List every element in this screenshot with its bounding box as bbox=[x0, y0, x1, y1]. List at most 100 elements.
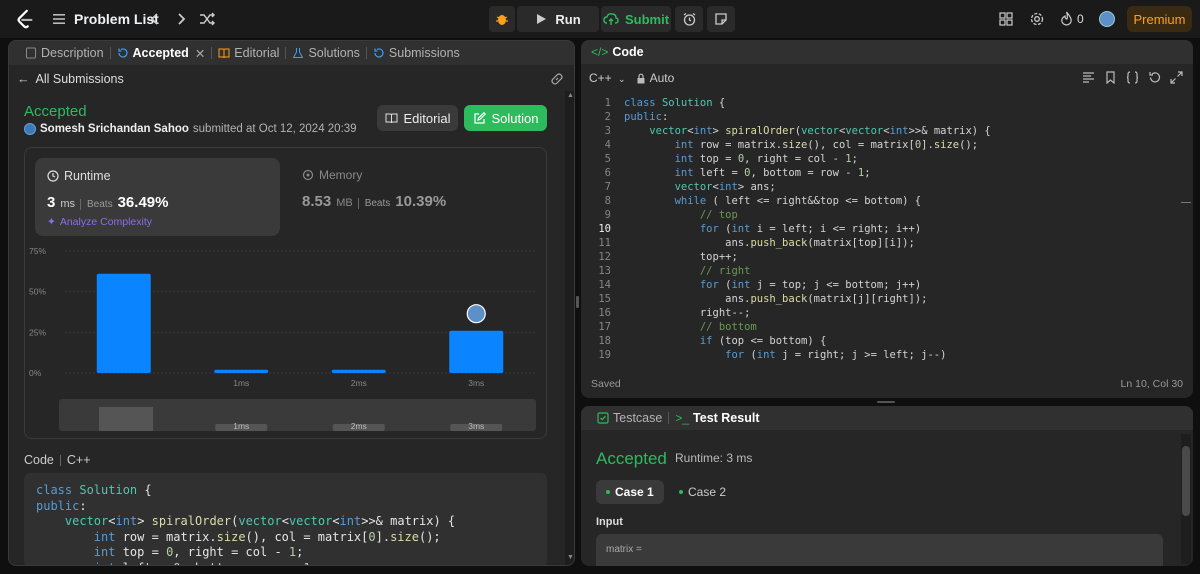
tab-description[interactable]: Description bbox=[19, 41, 110, 65]
user-avatar[interactable] bbox=[1099, 11, 1115, 27]
line-number: 7 bbox=[604, 181, 611, 193]
timer-button[interactable] bbox=[675, 6, 703, 32]
panel-resize-handle[interactable] bbox=[576, 296, 579, 308]
chart-bar[interactable] bbox=[214, 369, 269, 373]
editorial-button[interactable]: Editorial bbox=[377, 105, 458, 131]
leetcode-logo-icon[interactable] bbox=[14, 8, 36, 30]
left-scrollbar[interactable]: ▲ ▼ bbox=[565, 91, 574, 565]
book-icon bbox=[218, 48, 230, 59]
code-line[interactable]: // top bbox=[624, 208, 991, 222]
tab-testcase[interactable]: Testcase bbox=[591, 406, 668, 430]
code-line[interactable]: top++; bbox=[624, 250, 991, 264]
result-scrollbar[interactable] bbox=[1181, 434, 1191, 564]
scroll-down-icon[interactable]: ▼ bbox=[567, 554, 574, 561]
case-1-tab[interactable]: Case 1 bbox=[596, 480, 664, 504]
link-icon[interactable] bbox=[550, 72, 564, 86]
code-line: public: bbox=[36, 498, 87, 513]
close-tab-icon[interactable]: ✕ bbox=[195, 46, 205, 61]
code-line[interactable]: class Solution { bbox=[624, 96, 991, 110]
runtime-card[interactable]: Runtime 3 ms Beats 36.49% ✦ Analyze Comp… bbox=[35, 158, 280, 236]
code-editor[interactable]: 1 2 3 4 5 6 7 8 9 10 11 12 13 14 15 16 17 18 19 class Solu… bbox=[581, 92, 1193, 368]
checkbox-icon bbox=[597, 412, 609, 424]
prev-problem-icon[interactable] bbox=[146, 10, 164, 28]
tab-accepted-label: Accepted bbox=[132, 46, 189, 60]
code-line[interactable]: for (int j = top; j <= bottom; j++) bbox=[624, 278, 991, 292]
input-label: Input bbox=[596, 516, 623, 528]
expand-icon[interactable] bbox=[1170, 71, 1183, 84]
memory-card[interactable]: Memory 8.53 MB Beats 10.39% bbox=[302, 168, 446, 210]
author-avatar bbox=[24, 123, 36, 135]
line-number: 4 bbox=[604, 139, 611, 151]
tab-test-result[interactable]: >_ Test Result bbox=[669, 406, 765, 430]
reset-icon[interactable] bbox=[1148, 71, 1161, 84]
code-line[interactable]: if (top <= bottom) { bbox=[624, 334, 991, 348]
code-line[interactable]: vector<int> ans; bbox=[624, 180, 991, 194]
code-line[interactable]: // right bbox=[624, 264, 991, 278]
submitted-code-block[interactable]: class Solution {public: vector<int> spir… bbox=[24, 473, 547, 566]
notes-button[interactable] bbox=[707, 6, 735, 32]
tab-accepted[interactable]: Accepted ✕ bbox=[111, 41, 212, 65]
code-line[interactable]: right--; bbox=[624, 306, 991, 320]
language-value: C++ bbox=[589, 71, 612, 85]
debug-button[interactable] bbox=[489, 6, 515, 32]
all-submissions-link[interactable]: All Submissions bbox=[36, 72, 124, 86]
runtime-distribution-chart[interactable]: 0% 25% 50% 75% 1ms 2ms 3ms 1ms 2ms 3ms bbox=[25, 243, 546, 438]
code-line[interactable]: while ( left <= right&&top <= bottom) { bbox=[624, 194, 991, 208]
line-number: 2 bbox=[604, 111, 611, 123]
next-problem-icon[interactable] bbox=[172, 10, 190, 28]
streak-counter[interactable]: 0 bbox=[1060, 11, 1084, 26]
scroll-thumb[interactable] bbox=[1182, 446, 1190, 516]
code-line[interactable]: vector<int> spiralOrder(vector<vector<in… bbox=[624, 124, 990, 138]
code-line[interactable]: int row = matrix.size(), col = matrix[0]… bbox=[624, 138, 991, 152]
shuffle-icon[interactable] bbox=[198, 10, 216, 28]
submit-button[interactable]: Submit bbox=[601, 6, 671, 32]
code-line[interactable]: for (int i = left; i <= right; i++) bbox=[624, 222, 991, 236]
code-line[interactable]: ans.push_back(matrix[top][i]); bbox=[624, 236, 991, 250]
streak-count: 0 bbox=[1077, 11, 1084, 26]
layout-grid-icon[interactable] bbox=[999, 12, 1013, 26]
case-2-tab[interactable]: Case 2 bbox=[669, 480, 736, 504]
braces-icon[interactable] bbox=[1126, 71, 1139, 84]
left-tab-bar: Description Accepted ✕ Editorial Solutio… bbox=[9, 41, 574, 65]
code-line[interactable]: for (int j = right; j >= left; j--) bbox=[624, 348, 991, 362]
analyze-complexity-link[interactable]: ✦ Analyze Complexity bbox=[47, 216, 152, 228]
edit-icon bbox=[473, 111, 486, 124]
line-number: 13 bbox=[598, 265, 611, 277]
code-line[interactable]: int top = 0, right = col - 1; bbox=[624, 152, 991, 166]
code-line[interactable]: public: bbox=[624, 110, 991, 124]
submitted-code-header: Code C++ bbox=[24, 453, 91, 467]
code-line[interactable]: // bottom bbox=[624, 320, 991, 334]
code-line: int left = 0, bottom = row - 1; bbox=[36, 561, 535, 566]
memory-beats-value: 10.39% bbox=[395, 193, 447, 210]
runtime-unit: ms bbox=[60, 198, 76, 210]
problem-list-button[interactable]: Problem List bbox=[52, 11, 159, 27]
bookmark-icon[interactable] bbox=[1104, 71, 1117, 84]
chart-bar[interactable] bbox=[449, 330, 504, 373]
submission-status: Accepted bbox=[24, 103, 87, 120]
chart-bar[interactable] bbox=[96, 273, 151, 373]
tab-solutions[interactable]: Solutions bbox=[286, 41, 365, 65]
chart-bar[interactable] bbox=[331, 369, 386, 373]
description-icon bbox=[26, 47, 36, 59]
mode-indicator[interactable]: Auto bbox=[636, 71, 674, 85]
result-tab-bar: Testcase >_ Test Result bbox=[581, 406, 1193, 430]
back-arrow-icon[interactable]: ← bbox=[17, 72, 30, 86]
matrix-input-box[interactable]: matrix = bbox=[596, 534, 1163, 566]
tab-submissions[interactable]: Submissions bbox=[367, 41, 466, 65]
scroll-up-icon[interactable]: ▲ bbox=[567, 92, 574, 99]
language-selector[interactable]: C++ ⌄ bbox=[589, 71, 626, 85]
code-line[interactable]: int left = 0, bottom = row - 1; bbox=[624, 166, 991, 180]
tab-editorial[interactable]: Editorial bbox=[212, 41, 285, 65]
editor-status-bar: Saved Ln 10, Col 30 bbox=[581, 374, 1193, 394]
settings-gear-icon[interactable] bbox=[1029, 11, 1045, 27]
horizontal-resize-handle[interactable] bbox=[877, 401, 895, 403]
premium-button[interactable]: Premium bbox=[1127, 6, 1192, 32]
editorial-button-label: Editorial bbox=[403, 110, 451, 126]
solution-button-label: Solution bbox=[491, 110, 539, 126]
format-lines-icon[interactable] bbox=[1082, 71, 1095, 84]
author-name[interactable]: Somesh Srichandan Sahoo bbox=[40, 123, 189, 135]
code-content[interactable]: class Solution {public: vector<int> spir… bbox=[624, 96, 991, 362]
code-line[interactable]: ans.push_back(matrix[j][right]); bbox=[624, 292, 991, 306]
run-button[interactable]: Run bbox=[517, 6, 599, 32]
solution-button[interactable]: Solution bbox=[464, 105, 547, 131]
